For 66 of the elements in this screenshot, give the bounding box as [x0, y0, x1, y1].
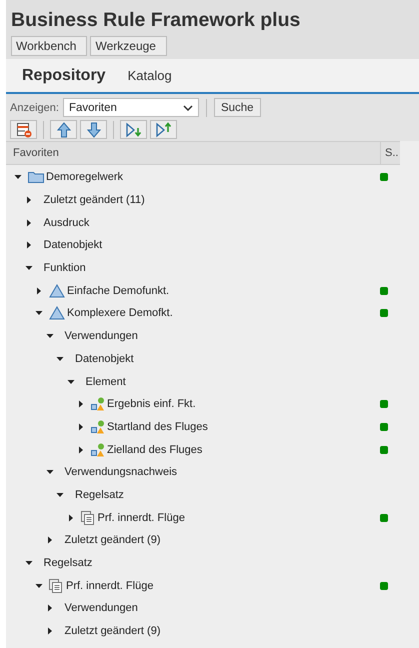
triangle-icon	[49, 306, 65, 320]
collapse-arrow-icon[interactable]	[24, 264, 32, 272]
tree-item[interactable]: Demoregelwerk	[46, 171, 124, 184]
remove-list-button[interactable]	[10, 120, 37, 139]
chevron-down-icon[interactable]	[182, 104, 193, 110]
collapse-arrow-icon[interactable]	[56, 354, 64, 363]
tree-item[interactable]: Element	[86, 376, 126, 388]
collapse-arrow-icon[interactable]	[56, 490, 64, 499]
triangle-icon	[49, 284, 65, 298]
expand-arrow-icon[interactable]	[46, 536, 54, 544]
tree-item[interactable]: Zuletzt geändert (11)	[44, 194, 145, 206]
column-header[interactable]: S..	[380, 142, 400, 164]
dropdown-field[interactable]: Favoriten	[62, 98, 199, 117]
menu-button[interactable]: Werkzeuge	[90, 36, 167, 56]
expand-arrow-icon[interactable]	[77, 422, 85, 431]
expand-arrow-icon[interactable]	[46, 627, 54, 636]
folder-icon	[28, 171, 44, 184]
tree-item[interactable]: Datenobjekt	[44, 239, 102, 252]
tree-item[interactable]: Ergebnis einf. Fkt.	[107, 398, 196, 410]
tree-item[interactable]: Komplexere Demofkt.	[67, 307, 173, 320]
tree-item[interactable]: Datenobjekt	[75, 352, 134, 365]
collapse-arrow-icon[interactable]	[35, 309, 43, 318]
tree-item[interactable]: Startland des Fluges	[107, 420, 208, 433]
tree-item[interactable]: Einfache Demofunkt.	[67, 284, 170, 297]
collapse-button[interactable]	[150, 120, 177, 139]
shapes-icon	[91, 420, 105, 434]
tab[interactable]: Repository	[22, 62, 106, 88]
expand-arrow-icon[interactable]	[77, 446, 85, 454]
collapse-arrow-icon[interactable]	[24, 559, 32, 568]
tree-item[interactable]: Verwendungsnachweis	[64, 466, 178, 478]
expand-arrow-icon[interactable]	[66, 514, 74, 522]
expand-arrow-icon[interactable]	[24, 218, 32, 227]
tree-item[interactable]: Verwendungen	[64, 330, 138, 342]
document-stack-icon	[80, 510, 96, 525]
shapes-icon	[91, 442, 105, 457]
tree-item[interactable]: Verwendungen	[64, 602, 138, 614]
tree-item[interactable]: Ausdruck	[44, 216, 90, 229]
tree-item[interactable]: Zielland des Fluges	[107, 444, 202, 456]
field-label: Anzeigen:	[10, 102, 59, 114]
tree-item[interactable]: Prf. innerdt. Flüge	[66, 580, 154, 592]
arrow-down-button[interactable]	[80, 120, 107, 139]
expand-arrow-icon[interactable]	[46, 604, 54, 612]
collapse-arrow-icon[interactable]	[14, 173, 22, 182]
expand-arrow-icon[interactable]	[24, 241, 32, 250]
document-stack-icon	[49, 578, 64, 593]
collapse-arrow-icon[interactable]	[46, 468, 54, 476]
tree-item[interactable]: Zuletzt geändert (9)	[64, 625, 160, 638]
expand-button[interactable]	[120, 120, 147, 139]
page-title: Business Rule Framework plus	[11, 9, 302, 33]
shapes-icon	[91, 397, 105, 412]
arrow-up-button[interactable]	[50, 120, 77, 139]
tree-item[interactable]: Prf. innerdt. Flüge	[98, 512, 185, 524]
column-header[interactable]: Favoriten	[6, 142, 380, 164]
menu-button[interactable]: Workbench	[11, 36, 88, 56]
tree-item[interactable]: Regelsatz	[75, 488, 124, 501]
search-button[interactable]: Suche	[214, 98, 261, 117]
expand-arrow-icon[interactable]	[24, 196, 32, 204]
collapse-arrow-icon[interactable]	[35, 582, 43, 590]
expand-arrow-icon[interactable]	[77, 400, 85, 408]
tree-item[interactable]: Zuletzt geändert (9)	[64, 534, 160, 546]
collapse-arrow-icon[interactable]	[66, 378, 74, 386]
tab[interactable]: Katalog	[128, 64, 172, 87]
expand-arrow-icon[interactable]	[35, 286, 43, 295]
tree-item[interactable]: Funktion	[44, 262, 86, 274]
tree-item[interactable]: Regelsatz	[44, 557, 92, 570]
collapse-arrow-icon[interactable]	[46, 332, 54, 340]
